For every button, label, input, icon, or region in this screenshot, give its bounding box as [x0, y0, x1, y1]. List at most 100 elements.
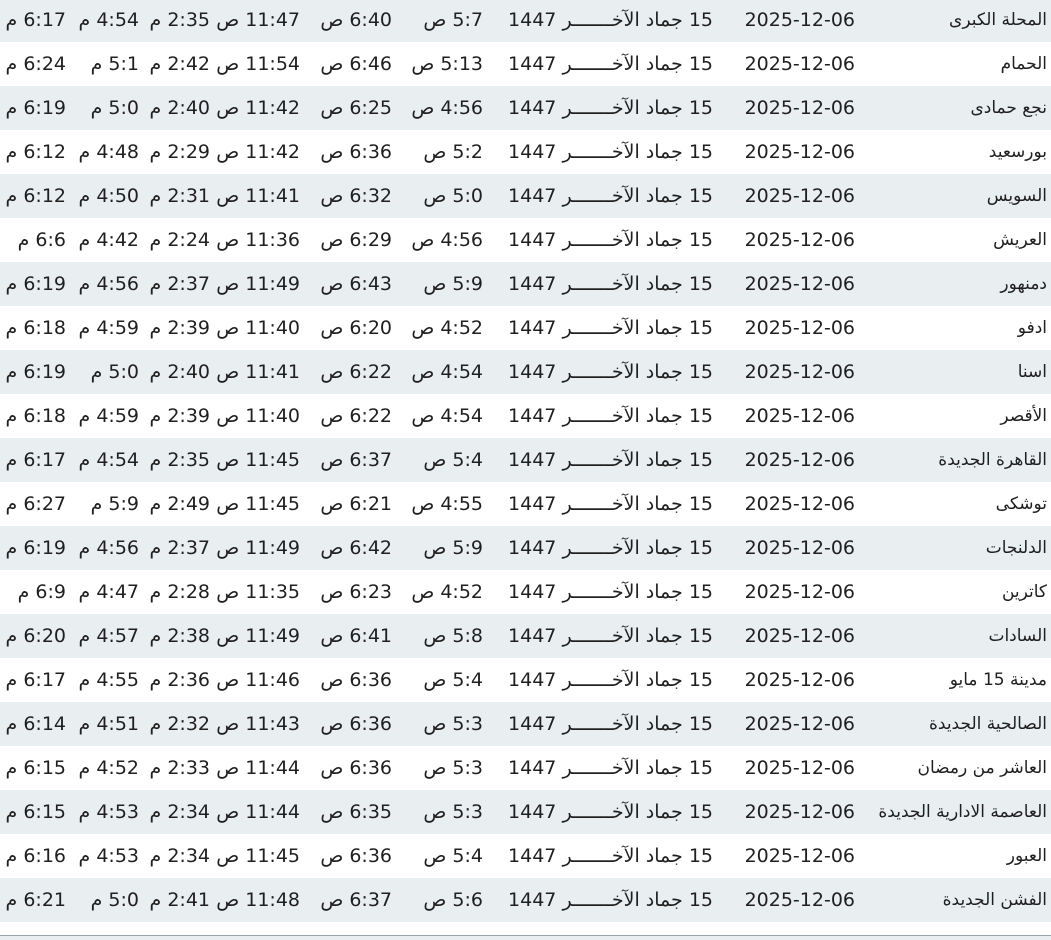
city-cell: توشكى	[995, 494, 1047, 514]
table-row: مدينة 15 مايو 2025-12-06 15 جماد الآخـــــ…	[0, 658, 1051, 702]
maghrib-time-cell: 4:59 م	[78, 405, 139, 427]
city-cell: الفشن الجديدة	[942, 890, 1047, 910]
dhuhr-time-cell: 11:43 ص	[216, 713, 300, 735]
fajr-time-cell: 5:9 ص	[423, 537, 483, 559]
table-row: السادات 2025-12-06 15 جماد الآخـــــــر 14…	[0, 614, 1051, 658]
sunrise-time-cell: 6:36 ص	[320, 757, 392, 779]
maghrib-time-cell: 4:59 م	[78, 317, 139, 339]
sunrise-time-cell: 6:43 ص	[320, 273, 392, 295]
city-cell: الحمام	[1000, 54, 1047, 74]
fajr-time-cell: 4:56 ص	[411, 229, 483, 251]
gregorian-date-cell: 2025-12-06	[744, 581, 855, 603]
gregorian-date-cell: 2025-12-06	[744, 273, 855, 295]
hijri-date-cell: 15 جماد الآخـــــــر 1447	[508, 97, 713, 119]
gregorian-date-cell: 2025-12-06	[744, 625, 855, 647]
asr-time-cell: 2:40 م	[149, 361, 210, 383]
city-cell: الأقصر	[1000, 406, 1047, 426]
fajr-time-cell: 5:4 ص	[423, 669, 483, 691]
asr-time-cell: 2:36 م	[149, 669, 210, 691]
table-row: العريش 2025-12-06 15 جماد الآخـــــــر 144…	[0, 218, 1051, 262]
hijri-date-cell: 15 جماد الآخـــــــر 1447	[508, 581, 713, 603]
dhuhr-time-cell: 11:49 ص	[216, 625, 300, 647]
gregorian-date-cell: 2025-12-06	[744, 845, 855, 867]
sunrise-time-cell: 6:37 ص	[320, 449, 392, 471]
hijri-date-cell: 15 جماد الآخـــــــر 1447	[508, 757, 713, 779]
asr-time-cell: 2:39 م	[149, 317, 210, 339]
sunrise-time-cell: 6:36 ص	[320, 845, 392, 867]
maghrib-time-cell: 4:47 م	[78, 581, 139, 603]
dhuhr-time-cell: 11:41 ص	[216, 361, 300, 383]
gregorian-date-cell: 2025-12-06	[744, 449, 855, 471]
gregorian-date-cell: 2025-12-06	[744, 669, 855, 691]
asr-time-cell: 2:37 م	[149, 273, 210, 295]
city-cell: الصالحية الجديدة	[929, 714, 1047, 734]
asr-time-cell: 2:29 م	[149, 141, 210, 163]
maghrib-time-cell: 4:42 م	[78, 229, 139, 251]
dhuhr-time-cell: 11:42 ص	[216, 97, 300, 119]
dhuhr-time-cell: 11:48 ص	[216, 889, 300, 911]
sunrise-time-cell: 6:35 ص	[320, 801, 392, 823]
city-cell: دمنهور	[1000, 274, 1047, 294]
fajr-time-cell: 5:8 ص	[423, 625, 483, 647]
hijri-date-cell: 15 جماد الآخـــــــر 1447	[508, 405, 713, 427]
maghrib-time-cell: 4:53 م	[78, 801, 139, 823]
hijri-date-cell: 15 جماد الآخـــــــر 1447	[508, 361, 713, 383]
city-cell: العاشر من رمضان	[917, 758, 1047, 778]
asr-time-cell: 2:42 م	[149, 53, 210, 75]
fajr-time-cell: 4:54 ص	[411, 361, 483, 383]
maghrib-time-cell: 4:54 م	[78, 449, 139, 471]
asr-time-cell: 2:34 م	[149, 845, 210, 867]
isha-time-cell: 6:21 م	[5, 889, 66, 911]
asr-time-cell: 2:39 م	[149, 405, 210, 427]
table-row: بورسعيد 2025-12-06 15 جماد الآخـــــــر 14…	[0, 130, 1051, 174]
city-cell: نجع حمادى	[970, 98, 1047, 118]
hijri-date-cell: 15 جماد الآخـــــــر 1447	[508, 273, 713, 295]
sunrise-time-cell: 6:46 ص	[320, 53, 392, 75]
fajr-time-cell: 5:0 ص	[423, 185, 483, 207]
maghrib-time-cell: 4:51 م	[78, 713, 139, 735]
asr-time-cell: 2:31 م	[149, 185, 210, 207]
asr-time-cell: 2:33 م	[149, 757, 210, 779]
isha-time-cell: 6:12 م	[5, 185, 66, 207]
sunrise-time-cell: 6:23 ص	[320, 581, 392, 603]
gregorian-date-cell: 2025-12-06	[744, 757, 855, 779]
table-row: توشكى 2025-12-06 15 جماد الآخـــــــر 1447…	[0, 482, 1051, 526]
gregorian-date-cell: 2025-12-06	[744, 229, 855, 251]
gregorian-date-cell: 2025-12-06	[744, 889, 855, 911]
city-cell: العاصمة الادارية الجديدة	[878, 802, 1047, 822]
fajr-time-cell: 5:3 ص	[423, 757, 483, 779]
gregorian-date-cell: 2025-12-06	[744, 317, 855, 339]
gregorian-date-cell: 2025-12-06	[744, 97, 855, 119]
maghrib-time-cell: 5:0 م	[90, 889, 139, 911]
fajr-time-cell: 4:54 ص	[411, 405, 483, 427]
dhuhr-time-cell: 11:45 ص	[216, 493, 300, 515]
table-row: الصالحية الجديدة 2025-12-06 15 جماد الآخــ…	[0, 702, 1051, 746]
asr-time-cell: 2:34 م	[149, 801, 210, 823]
dhuhr-time-cell: 11:44 ص	[216, 757, 300, 779]
isha-time-cell: 6:17 م	[5, 669, 66, 691]
gregorian-date-cell: 2025-12-06	[744, 53, 855, 75]
table-row: العبور 2025-12-06 15 جماد الآخـــــــر 144…	[0, 834, 1051, 878]
isha-time-cell: 6:19 م	[5, 97, 66, 119]
table-row: الحمام 2025-12-06 15 جماد الآخـــــــر 144…	[0, 42, 1051, 86]
sunrise-time-cell: 6:37 ص	[320, 889, 392, 911]
isha-time-cell: 6:24 م	[5, 53, 66, 75]
maghrib-time-cell: 4:56 م	[78, 273, 139, 295]
fajr-time-cell: 5:9 ص	[423, 273, 483, 295]
dhuhr-time-cell: 11:45 ص	[216, 845, 300, 867]
table-bottom-border	[0, 935, 1051, 940]
sunrise-time-cell: 6:21 ص	[320, 493, 392, 515]
city-cell: الدلنجات	[985, 538, 1047, 558]
isha-time-cell: 6:18 م	[5, 405, 66, 427]
asr-time-cell: 2:37 م	[149, 537, 210, 559]
isha-time-cell: 6:19 م	[5, 361, 66, 383]
dhuhr-time-cell: 11:44 ص	[216, 801, 300, 823]
table-row: الدلنجات 2025-12-06 15 جماد الآخـــــــر 1…	[0, 526, 1051, 570]
hijri-date-cell: 15 جماد الآخـــــــر 1447	[508, 449, 713, 471]
dhuhr-time-cell: 11:54 ص	[216, 53, 300, 75]
table-row: الأقصر 2025-12-06 15 جماد الآخـــــــر 144…	[0, 394, 1051, 438]
sunrise-time-cell: 6:32 ص	[320, 185, 392, 207]
maghrib-time-cell: 5:0 م	[90, 361, 139, 383]
maghrib-time-cell: 4:55 م	[78, 669, 139, 691]
dhuhr-time-cell: 11:36 ص	[216, 229, 300, 251]
